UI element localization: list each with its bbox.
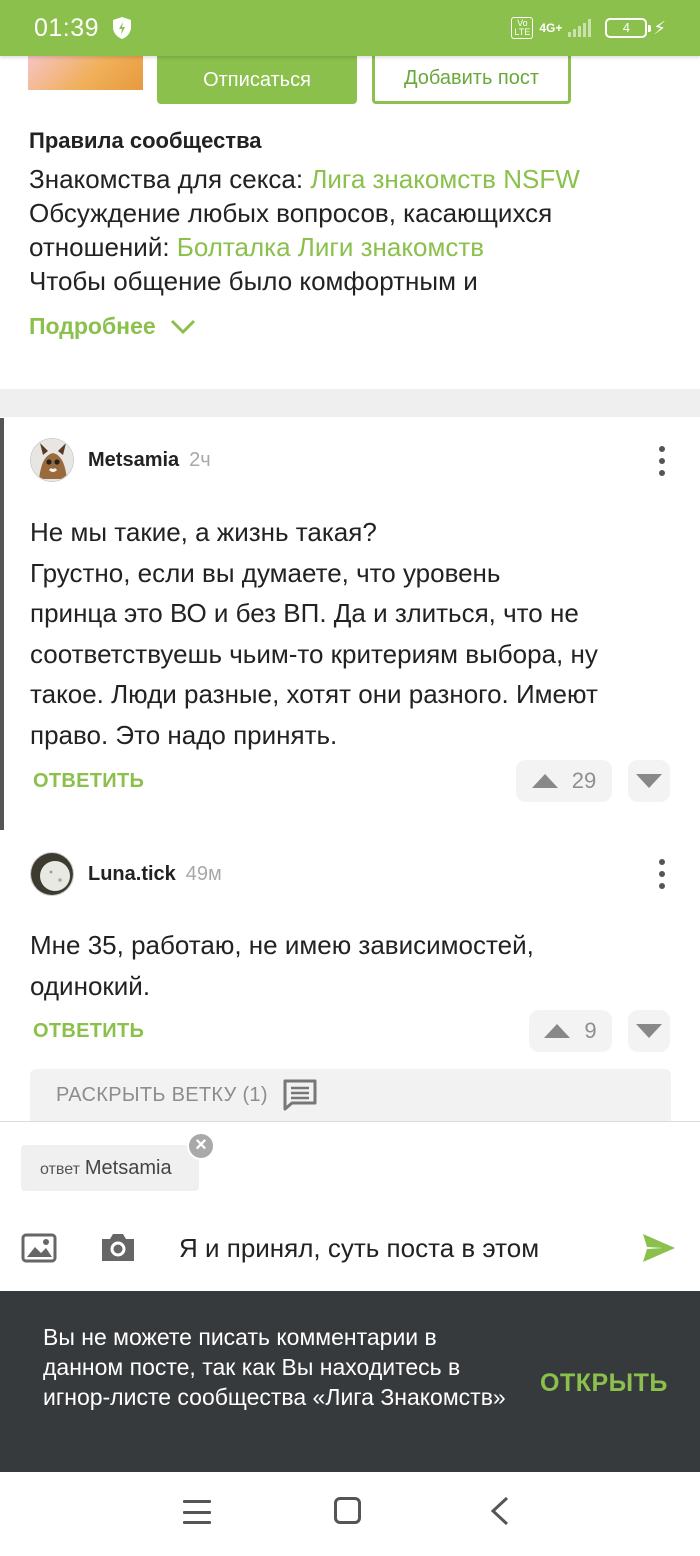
- downvote-button[interactable]: [628, 760, 670, 802]
- shield-icon: [113, 17, 132, 39]
- camera-icon[interactable]: [99, 1230, 137, 1264]
- downvote-icon: [636, 1024, 662, 1038]
- reply-to-name: Metsamia: [84, 1156, 172, 1179]
- comment-composer: ответ Metsamia × Я и принял, суть поста …: [0, 1121, 700, 1291]
- chevron-down-icon: [170, 319, 195, 334]
- more-vert-icon[interactable]: [654, 859, 670, 889]
- signal-icon: [568, 19, 592, 37]
- reply-button[interactable]: ОТВЕТИТЬ: [33, 1020, 144, 1043]
- more-label: Подробнее: [29, 313, 156, 339]
- downvote-button[interactable]: [628, 1010, 670, 1052]
- expand-thread-label: РАСКРЫТЬ ВЕТКУ (1): [56, 1083, 268, 1106]
- rules-chat-link[interactable]: Болталка Лиги знакомств: [177, 232, 484, 262]
- reply-prefix: ответ: [40, 1160, 80, 1178]
- charging-icon: ⚡: [653, 17, 666, 38]
- status-icons: Vo LTE 4G+ 4 ⚡: [511, 17, 666, 39]
- upvote-icon: [531, 774, 558, 788]
- comment-score: 9: [584, 1018, 597, 1043]
- comment-line: такое. Люди разные, хотят они разного. И…: [30, 679, 598, 710]
- comment-text: Мне 35, работаю, не имею зависимостей, о…: [30, 925, 680, 1006]
- comment-input[interactable]: Я и принял, суть поста в этом: [179, 1233, 539, 1264]
- avatar[interactable]: [30, 852, 74, 896]
- upvote-button[interactable]: 29: [516, 760, 612, 802]
- community-avatar: [28, 56, 143, 90]
- comment-text: Не мы такие, а жизнь такая? Грустно, есл…: [30, 512, 680, 756]
- volte-icon: Vo LTE: [511, 17, 534, 39]
- reply-chip: ответ Metsamia: [21, 1145, 199, 1191]
- comment-line: принца это ВО и без ВП. Да и злиться, чт…: [30, 598, 579, 629]
- more-button[interactable]: Подробнее: [29, 313, 196, 340]
- comment-line: право. Это надо принять.: [30, 719, 338, 750]
- comment-time: 49м: [185, 862, 222, 885]
- status-bar: 01:39 Vo LTE 4G+ 4 ⚡: [0, 0, 700, 56]
- comment-line: одинокий.: [30, 970, 151, 1001]
- comment-header: Luna.tick 49м: [30, 852, 222, 896]
- reply-button[interactable]: ОТВЕТИТЬ: [33, 770, 144, 793]
- comment-author[interactable]: Metsamia: [88, 449, 179, 472]
- status-time: 01:39: [34, 13, 100, 42]
- snackbar-open-button[interactable]: ОТКРЫТЬ: [540, 1369, 668, 1398]
- comment-time: 2ч: [189, 448, 211, 471]
- section-divider: [0, 389, 700, 417]
- rules-line3-text: Чтобы общение было комфортным и: [29, 266, 478, 296]
- expand-thread-button[interactable]: РАСКРЫТЬ ВЕТКУ (1): [30, 1069, 671, 1121]
- avatar[interactable]: [30, 438, 74, 482]
- rules-title: Правила сообщества: [29, 128, 262, 153]
- home-icon[interactable]: [334, 1497, 361, 1524]
- network-type: 4G+: [539, 21, 563, 35]
- battery-icon: 4: [605, 18, 652, 38]
- rules-text: Знакомства для секса: Лига знакомств NSF…: [29, 162, 679, 298]
- image-icon[interactable]: [21, 1232, 57, 1264]
- rules-line1-text: Знакомства для секса:: [29, 164, 311, 194]
- comment-line: соответствуешь чьим-то критериям выбора,…: [30, 638, 598, 669]
- system-nav-bar: [0, 1472, 700, 1556]
- app-screen: 01:39 Vo LTE 4G+ 4 ⚡ Отписаться Добавить…: [0, 0, 700, 1556]
- comment-line: Мне 35, работаю, не имею зависимостей,: [30, 930, 534, 960]
- send-icon[interactable]: [641, 1232, 677, 1264]
- close-icon[interactable]: ×: [187, 1132, 215, 1160]
- thread-line[interactable]: [0, 418, 4, 830]
- comment-author[interactable]: Luna.tick: [88, 863, 176, 886]
- rules-nsfw-link[interactable]: Лига знакомств NSFW: [310, 164, 579, 194]
- upvote-button[interactable]: 9: [529, 1010, 612, 1052]
- comment-line: Не мы такие, а жизнь такая?: [30, 517, 377, 547]
- comments-icon: [283, 1079, 317, 1111]
- comment-header: Metsamia 2ч: [30, 438, 211, 482]
- more-vert-icon[interactable]: [654, 446, 670, 476]
- unsubscribe-button[interactable]: Отписаться: [157, 56, 357, 104]
- menu-icon[interactable]: [183, 1500, 211, 1524]
- snackbar-message: Вы не можете писать комментарии в данном…: [43, 1324, 506, 1410]
- comment-line: Грустно, если вы думаете, что уровень: [30, 557, 501, 588]
- add-post-button[interactable]: Добавить пост: [372, 56, 571, 104]
- downvote-icon: [636, 774, 662, 788]
- back-icon[interactable]: [487, 1496, 511, 1526]
- upvote-icon: [544, 1024, 571, 1038]
- comment-score: 29: [571, 768, 597, 793]
